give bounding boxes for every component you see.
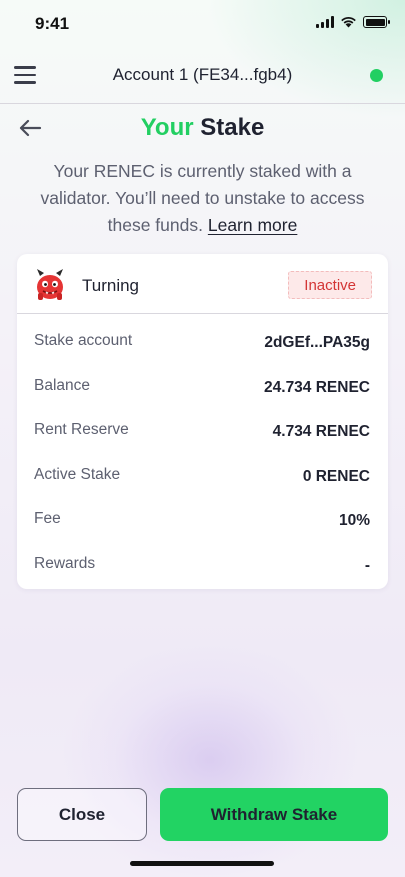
close-button[interactable]: Close [17, 788, 147, 841]
withdraw-stake-button[interactable]: Withdraw Stake [160, 788, 388, 841]
detail-value: 4.734 RENEC [272, 423, 370, 440]
detail-label: Stake account [34, 332, 133, 349]
detail-row-stake-account: Stake account 2dGEf...PA35g [17, 322, 388, 367]
detail-label: Balance [34, 376, 91, 394]
background-glow-bottom [60, 640, 360, 877]
page-title-highlight: Your [140, 114, 194, 141]
detail-label: Fee [34, 510, 61, 527]
detail-label: Rewards [34, 554, 96, 572]
status-badge: Inactive [288, 271, 372, 299]
description-text: Your RENEC is currently staked with a va… [40, 161, 365, 235]
status-bar: 9:41 [0, 0, 405, 48]
signal-icon [316, 16, 334, 28]
detail-row-active-stake: Active Stake 0 RENEC [17, 456, 388, 501]
account-selector[interactable]: Account 1 (FE34...fgb4) [0, 65, 405, 85]
red-monster-icon [37, 269, 63, 300]
detail-value: 2dGEf...PA35g [264, 334, 370, 351]
validator-name: Turning [82, 276, 140, 295]
stake-details-card: Turning Inactive Stake account 2dGEf...P… [17, 254, 388, 589]
status-icons [316, 16, 390, 28]
home-indicator [130, 861, 274, 866]
detail-row-balance: Balance 24.734 RENEC [17, 367, 388, 412]
app-header: Account 1 (FE34...fgb4) [0, 48, 405, 104]
detail-value: 24.734 RENEC [264, 378, 370, 396]
stake-description: Your RENEC is currently staked with a va… [30, 158, 375, 239]
detail-row-fee: Fee 10% [17, 500, 388, 545]
validator-header: Turning Inactive [17, 254, 388, 314]
detail-value: - [364, 556, 370, 574]
detail-label: Active Stake [34, 465, 121, 483]
detail-value: 0 RENEC [302, 467, 370, 485]
detail-row-rewards: Rewards - [17, 545, 388, 590]
detail-value: 10% [338, 512, 370, 529]
title-row: Your Stake [0, 112, 405, 148]
page-title: Your Stake [0, 114, 405, 142]
wifi-icon [341, 17, 356, 28]
status-time: 9:41 [35, 14, 70, 33]
page-title-rest: Stake [200, 114, 265, 141]
learn-more-link[interactable]: Learn more [208, 215, 298, 235]
battery-icon [363, 16, 390, 28]
connection-status-dot [370, 69, 383, 82]
detail-row-rent-reserve: Rent Reserve 4.734 RENEC [17, 411, 388, 456]
detail-label: Rent Reserve [34, 421, 129, 438]
details-list: Stake account 2dGEf...PA35g Balance 24.7… [17, 314, 388, 589]
